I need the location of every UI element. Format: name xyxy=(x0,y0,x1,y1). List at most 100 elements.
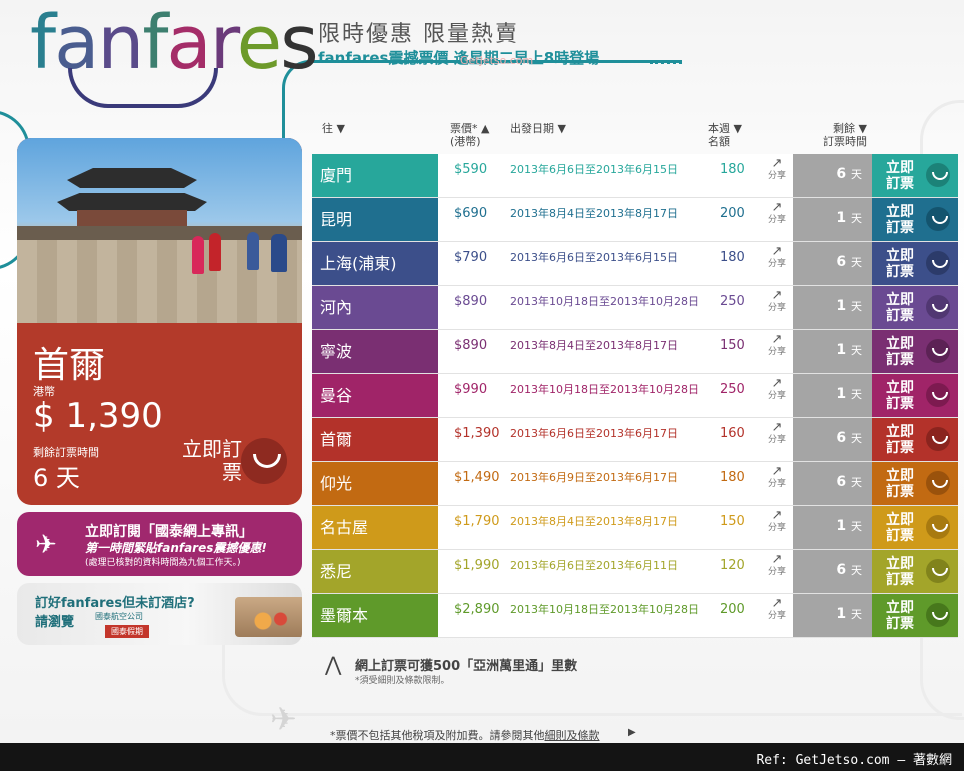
share-button[interactable]: ↗ 分享 xyxy=(763,332,791,358)
row-remaining: 6 天 xyxy=(793,154,872,197)
fares-table: 廈門 $590 2013年6月6日至2013年6月15日 180 ↗ 分享 6 … xyxy=(312,154,958,638)
palace-wall xyxy=(17,226,302,240)
feature-book-button[interactable]: 立即訂票 xyxy=(182,438,242,484)
featured-deal-card[interactable]: 首爾 港幣 $ 1,390 剩餘訂票時間 6 天 立即訂票 xyxy=(17,138,302,505)
row-date: 2013年10月18日至2013年10月28日 xyxy=(510,603,699,616)
share-button[interactable]: ↗ 分享 xyxy=(763,465,791,490)
book-now-button[interactable]: 立即訂票 xyxy=(872,506,958,549)
row-remaining: 1 天 xyxy=(793,198,872,241)
row-details: $1,390 2013年6月6日至2013年6月17日 160 ↗ 分享 xyxy=(438,418,793,461)
asia-miles-icon: ⋀ xyxy=(325,652,342,676)
row-price: $890 xyxy=(454,338,488,353)
table-row: 上海(浦東) $790 2013年6月6日至2013年6月15日 180 ↗ 分… xyxy=(312,242,958,286)
row-quota: 150 xyxy=(720,338,745,353)
palace-plaza xyxy=(17,240,302,323)
table-row: 悉尼 $1,990 2013年6月6日至2013年6月11日 120 ↗ 分享 … xyxy=(312,550,958,594)
row-quota: 250 xyxy=(720,294,745,309)
row-price: $2,890 xyxy=(454,602,500,617)
share-button[interactable]: ↗ 分享 xyxy=(763,552,791,578)
smile-icon xyxy=(926,163,950,187)
book-now-button[interactable]: 立即訂票 xyxy=(872,462,958,505)
row-destination: 廈門 xyxy=(312,154,438,197)
sort-destination-header[interactable]: 往 ▼ xyxy=(322,122,345,135)
book-now-button[interactable]: 立即訂票 xyxy=(872,286,958,329)
watermark: GetJetso.com xyxy=(460,54,534,67)
share-arrow-icon: ↗ xyxy=(771,552,783,567)
promo-note: (處理已核對的資料時間為九個工作天。) xyxy=(85,558,241,568)
share-button[interactable]: ↗ 分享 xyxy=(763,420,791,446)
row-details: $1,490 2013年6月9日至2013年6月17日 180 ↗ 分享 xyxy=(438,462,793,505)
row-price: $990 xyxy=(454,382,488,397)
header-subtitle: fanfares震撼票價 逢星期二早上8時登場 xyxy=(318,49,600,67)
smile-icon xyxy=(926,207,950,231)
row-destination: 寧波 xyxy=(312,330,438,373)
book-now-button[interactable]: 立即訂票 xyxy=(872,330,958,373)
row-date: 2013年6月6日至2013年6月11日 xyxy=(510,559,678,572)
row-date: 2013年8月4日至2013年8月17日 xyxy=(510,515,678,528)
disclaimer: *票價不包括其他稅項及附加費。請參閱其他細則及條款 xyxy=(330,729,600,742)
row-destination: 首爾 xyxy=(312,418,438,461)
promo-hotel-browse: 請瀏覽 xyxy=(35,615,75,630)
row-quota: 250 xyxy=(720,382,745,397)
row-remaining: 6 天 xyxy=(793,418,872,461)
book-now-button[interactable]: 立即訂票 xyxy=(872,594,958,637)
row-destination: 河內 xyxy=(312,286,438,329)
book-now-button[interactable]: 立即訂票 xyxy=(872,198,958,241)
row-details: $890 2013年10月18日至2013年10月28日 250 ↗ 分享 xyxy=(438,286,793,329)
row-details: $2,890 2013年10月18日至2013年10月28日 200 ↗ 分享 xyxy=(438,594,793,637)
smile-icon xyxy=(926,295,950,319)
smile-icon xyxy=(926,251,950,275)
sort-remaining-header[interactable]: 剩餘 ▼ 訂票時間 xyxy=(803,122,867,148)
row-date: 2013年8月4日至2013年8月17日 xyxy=(510,207,678,220)
smile-icon xyxy=(926,471,950,495)
sort-price-header[interactable]: 票價* ▲ (港幣) xyxy=(450,122,489,148)
smile-icon[interactable] xyxy=(241,438,287,484)
hotel-promo-banner[interactable]: 訂好fanfares但未訂酒店? 請瀏覽 國泰航空公司 國泰假期 xyxy=(17,583,302,645)
palace-roof-lower xyxy=(57,193,207,211)
share-button[interactable]: ↗ 分享 xyxy=(763,509,791,534)
row-details: $990 2013年10月18日至2013年10月28日 250 ↗ 分享 xyxy=(438,374,793,417)
book-now-button[interactable]: 立即訂票 xyxy=(872,550,958,593)
book-now-button[interactable]: 立即訂票 xyxy=(872,374,958,417)
share-button[interactable]: ↗ 分享 xyxy=(763,597,791,622)
row-quota: 200 xyxy=(720,206,745,221)
feature-city: 首爾 xyxy=(33,345,106,386)
feature-remaining: 6 天 xyxy=(33,464,80,492)
share-arrow-icon: ↗ xyxy=(771,332,783,347)
table-row: 曼谷 $990 2013年10月18日至2013年10月28日 250 ↗ 分享… xyxy=(312,374,958,418)
palace-roof xyxy=(67,168,197,188)
share-button[interactable]: ↗ 分享 xyxy=(763,200,791,226)
newsletter-subscribe-banner[interactable]: ✈ 立即訂閱「國泰網上專訊」 第一時間緊貼fanfares震撼優惠! (處理已核… xyxy=(17,512,302,576)
asia-miles-text: 網上訂票可獲500「亞洲萬里通」里數 xyxy=(355,659,578,674)
sort-date-header[interactable]: 出發日期 ▼ xyxy=(510,122,566,135)
smile-icon xyxy=(926,515,950,539)
sort-quota-header[interactable]: 本週 ▼ 名額 xyxy=(708,122,742,148)
row-remaining: 6 天 xyxy=(793,462,872,505)
book-now-button[interactable]: 立即訂票 xyxy=(872,418,958,461)
share-button[interactable]: ↗ 分享 xyxy=(763,376,791,402)
share-arrow-icon: ↗ xyxy=(771,200,783,215)
book-now-button[interactable]: 立即訂票 xyxy=(872,154,958,197)
share-arrow-icon: ↗ xyxy=(771,288,783,303)
row-details: $690 2013年8月4日至2013年8月17日 200 ↗ 分享 xyxy=(438,198,793,241)
share-button[interactable]: ↗ 分享 xyxy=(763,244,791,270)
row-destination: 仰光 xyxy=(312,462,438,505)
book-now-button[interactable]: 立即訂票 xyxy=(872,242,958,285)
row-price: $590 xyxy=(454,162,488,177)
share-arrow-icon: ↗ xyxy=(771,376,783,391)
share-arrow-icon: ↗ xyxy=(771,420,783,435)
share-arrow-icon: ↗ xyxy=(771,244,783,259)
table-row: 寧波 $890 2013年8月4日至2013年8月17日 150 ↗ 分享 1 … xyxy=(312,330,958,374)
row-price: $890 xyxy=(454,294,488,309)
smile-icon xyxy=(926,427,950,451)
airplane-icon: ✈ xyxy=(35,530,57,560)
row-date: 2013年6月9日至2013年6月17日 xyxy=(510,471,678,484)
table-row: 首爾 $1,390 2013年6月6日至2013年6月17日 160 ↗ 分享 … xyxy=(312,418,958,462)
share-button[interactable]: ↗ 分享 xyxy=(763,288,791,314)
person-figure xyxy=(192,236,204,274)
fanfares-logo[interactable]: fanfares xyxy=(30,6,319,108)
share-button[interactable]: ↗ 分享 xyxy=(763,157,791,182)
terms-link[interactable]: 細則及條款 xyxy=(545,729,600,742)
row-remaining: 6 天 xyxy=(793,242,872,285)
row-date: 2013年6月6日至2013年6月15日 xyxy=(510,251,678,264)
